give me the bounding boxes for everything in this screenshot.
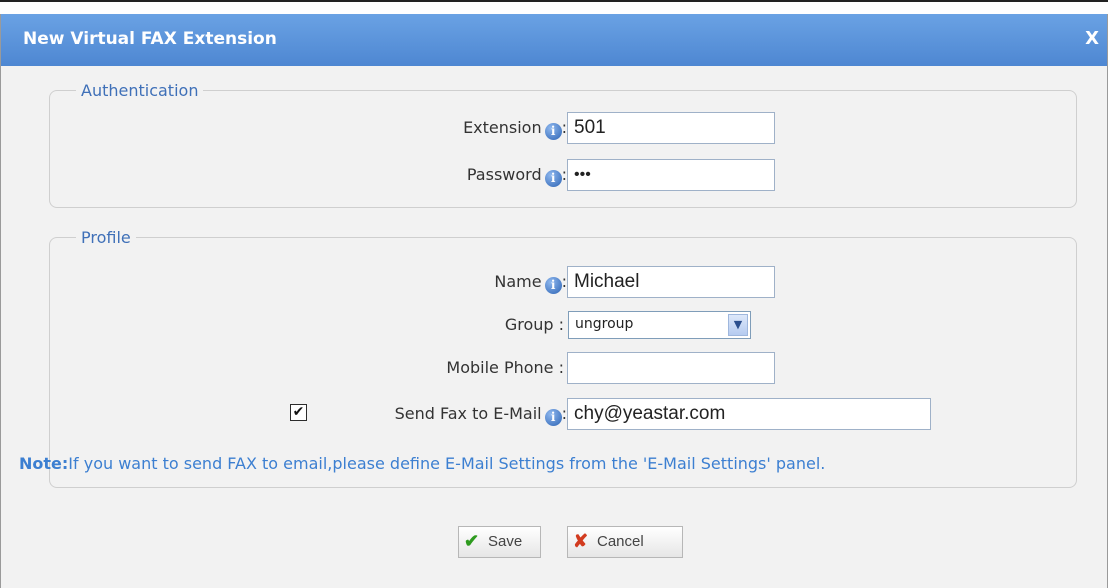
- extension-input[interactable]: [567, 112, 775, 144]
- extension-row: Extension i:: [1, 112, 567, 144]
- save-label: Save: [488, 533, 523, 550]
- info-icon[interactable]: i: [544, 170, 562, 187]
- group-row: Group :: [1, 309, 564, 341]
- authentication-legend: Authentication: [81, 81, 199, 100]
- send-fax-label-wrap: Send Fax to E-Mail i:: [395, 398, 567, 430]
- send-fax-row: Send Fax to E-Mail i:: [1, 398, 567, 430]
- name-label-wrap: Name i:: [494, 266, 567, 298]
- dialog-title: New Virtual FAX Extension: [23, 29, 277, 49]
- checkmark-icon: ✔: [464, 531, 480, 551]
- mobile-row: Mobile Phone :: [1, 352, 564, 384]
- password-label: Password: [466, 165, 542, 184]
- extension-label-wrap: Extension i:: [463, 112, 567, 144]
- note-text: If you want to send FAX to email,please …: [68, 454, 826, 473]
- cancel-label: Cancel: [597, 533, 644, 550]
- dialog-title-bar: New Virtual FAX Extension X: [1, 14, 1107, 66]
- email-input[interactable]: [567, 398, 931, 430]
- password-row: Password i:: [1, 159, 567, 191]
- name-row: Name i:: [1, 266, 567, 298]
- mobile-phone-input[interactable]: [567, 352, 775, 384]
- profile-legend: Profile: [81, 228, 131, 247]
- send-fax-label: Send Fax to E-Mail: [394, 404, 542, 423]
- save-button[interactable]: ✔ Save: [458, 526, 541, 558]
- new-virtual-fax-dialog: New Virtual FAX Extension X Authenticati…: [0, 14, 1108, 588]
- info-icon[interactable]: i: [544, 409, 562, 426]
- x-mark-icon: ✘: [573, 531, 589, 551]
- name-label: Name: [494, 272, 542, 291]
- extension-label: Extension: [463, 118, 542, 137]
- cancel-button[interactable]: ✘ Cancel: [567, 526, 683, 558]
- top-border-line: [0, 0, 1108, 2]
- password-label-wrap: Password i:: [467, 159, 567, 191]
- password-input[interactable]: [567, 159, 775, 191]
- group-select[interactable]: ungroup ▼: [568, 311, 751, 339]
- name-input[interactable]: [567, 266, 775, 298]
- group-label: Group :: [504, 315, 564, 334]
- close-button[interactable]: X: [1085, 28, 1099, 49]
- info-icon[interactable]: i: [544, 123, 562, 140]
- chevron-down-icon[interactable]: ▼: [728, 314, 748, 336]
- group-selected-value: ungroup: [575, 316, 634, 332]
- note-prefix: Note:: [19, 454, 69, 473]
- mobile-phone-label: Mobile Phone :: [446, 358, 564, 377]
- email-note: Note:If you want to send FAX to email,pl…: [19, 454, 825, 473]
- info-icon[interactable]: i: [544, 277, 562, 294]
